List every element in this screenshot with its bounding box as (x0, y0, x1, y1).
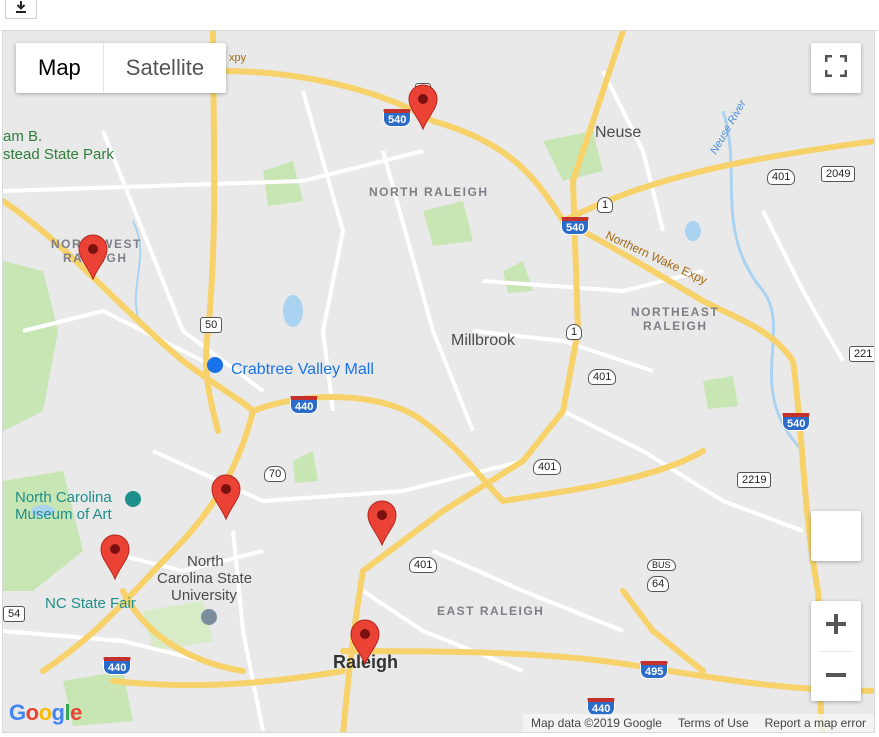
marker-west-central[interactable] (210, 473, 242, 521)
us70-shield: 70 (264, 466, 287, 482)
us401-shield: 401 (533, 459, 562, 475)
fullscreen-button[interactable] (811, 43, 861, 93)
us401-shield: 401 (588, 369, 617, 385)
google-logo: Google (9, 700, 82, 725)
us1-shield: 1 (566, 324, 583, 340)
us401-shield: 401 (409, 557, 438, 573)
northeast-raleigh-label-2: RALEIGH (643, 319, 708, 333)
i440-shield: 440 (290, 396, 319, 414)
nc50-shield: 50 (200, 317, 223, 333)
map-type-satellite-button[interactable]: Satellite (102, 43, 226, 93)
ncsu-label-line3: University (171, 587, 237, 604)
map-footer: Map data ©2019 Google Terms of Use Repor… (523, 714, 874, 732)
i540-shield: 540 (561, 217, 590, 235)
report-error-link[interactable]: Report a map error (757, 716, 874, 730)
park-label-line1: am B. (3, 128, 43, 145)
neuse-label: Neuse (595, 124, 642, 141)
map-base-layer (3, 31, 874, 732)
sr221-shield: 221 (849, 346, 874, 362)
bus-label: BUS (647, 559, 676, 571)
street-view-control[interactable] (811, 511, 861, 561)
nc54-shield: 54 (3, 606, 26, 622)
marker-downtown[interactable] (349, 618, 381, 666)
i495-shield: 495 (640, 661, 669, 679)
zoom-in-button[interactable] (811, 601, 861, 651)
museum-label-line1[interactable]: North Carolina (15, 490, 112, 505)
museum-label-line2[interactable]: Museum of Art (15, 507, 112, 522)
state-fair-label[interactable]: NC State Fair (45, 596, 136, 611)
plus-icon (825, 613, 847, 640)
us64-shield: 64 (647, 576, 670, 592)
millbrook-label: Millbrook (451, 332, 516, 349)
expy-label: xpy (229, 52, 247, 64)
download-icon (14, 0, 28, 19)
north-raleigh-label: NORTH RALEIGH (369, 185, 489, 199)
university-icon[interactable] (201, 609, 217, 625)
download-button[interactable] (5, 0, 37, 19)
marker-north[interactable] (407, 83, 439, 131)
marker-northwest[interactable] (77, 233, 109, 281)
sr2219-shield: 2219 (737, 472, 772, 488)
sr2049-shield: 2049 (821, 166, 856, 182)
minus-icon (825, 664, 847, 691)
i540-shield: 540 (782, 413, 811, 431)
map-type-control: Map Satellite (16, 43, 227, 93)
museum-icon[interactable] (125, 491, 141, 507)
ncsu-label-line1: North (187, 553, 224, 570)
fullscreen-icon (824, 54, 848, 82)
zoom-control (811, 601, 861, 701)
east-raleigh-label: EAST RALEIGH (437, 604, 545, 618)
map-data-attribution: Map data ©2019 Google (531, 716, 662, 730)
i440-shield: 440 (103, 657, 132, 675)
marker-central[interactable] (366, 499, 398, 547)
terms-of-use-link[interactable]: Terms of Use (670, 716, 757, 730)
park-label-line2: stead State Park (3, 146, 114, 163)
crabtree-valley-mall-label[interactable]: Crabtree Valley Mall (231, 362, 374, 378)
map-canvas[interactable]: Map Satellite xpy am B. stead State Park… (2, 30, 875, 733)
us1-shield: 1 (597, 197, 614, 213)
ncsu-label-line2: Carolina State (157, 570, 253, 587)
map-type-map-button[interactable]: Map (16, 43, 103, 93)
shopping-icon[interactable] (207, 357, 223, 373)
toolbar (0, 0, 879, 31)
marker-state-fair[interactable] (99, 533, 131, 581)
us401-shield: 401 (767, 169, 796, 185)
northeast-raleigh-label-1: NORTHEAST (631, 305, 720, 319)
zoom-out-button[interactable] (811, 652, 861, 702)
